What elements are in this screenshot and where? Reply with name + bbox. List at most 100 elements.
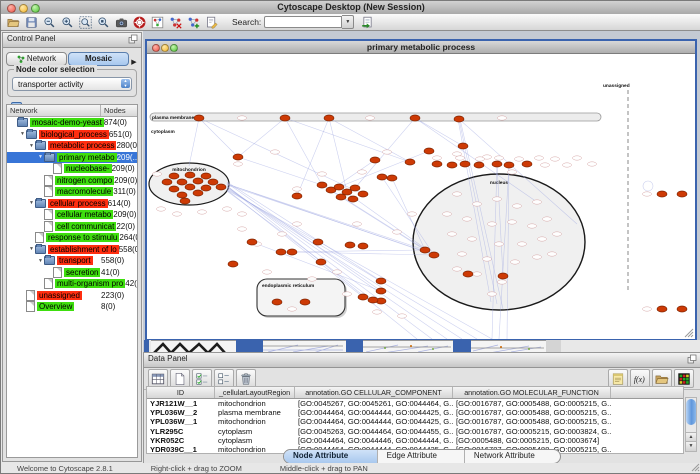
graph-node[interactable] xyxy=(276,249,286,255)
graph-node[interactable] xyxy=(474,162,484,168)
minimize-window-icon[interactable] xyxy=(19,4,28,13)
graph-edge[interactable] xyxy=(285,118,322,185)
graph-node[interactable] xyxy=(458,143,468,149)
zoom-fit-icon[interactable] xyxy=(78,15,93,30)
zoom-in-icon[interactable] xyxy=(60,15,75,30)
network-view-window[interactable]: primary metabolic process plasma membran… xyxy=(145,39,697,340)
node-color-attribute-select[interactable]: transporter activity ▲▼ xyxy=(12,77,132,91)
graph-node[interactable] xyxy=(657,191,667,197)
attribute-table[interactable]: ID_cellularLayoutRegionannotation.GO CEL… xyxy=(146,386,684,454)
tree-row-cell-communicat[interactable]: cell communicat22(0) xyxy=(7,221,137,233)
graph-node[interactable] xyxy=(345,242,355,248)
tree-row-cellular-metabo[interactable]: cellular metabo209(0) xyxy=(7,209,137,221)
graph-node[interactable] xyxy=(522,161,532,167)
graph-edge[interactable] xyxy=(292,252,434,255)
table-row[interactable]: YPL036W__2plasma membrane[GO:0044464, GO… xyxy=(147,408,683,417)
tree-row-establishment-of-lo[interactable]: ▼establishment of lo558(0) xyxy=(7,244,137,256)
graph-node[interactable] xyxy=(504,162,514,168)
tree-column-network[interactable]: Network xyxy=(7,105,101,116)
network-graph[interactable]: plasma membranecytoplasmmitochondrionnuc… xyxy=(147,54,695,339)
graph-node[interactable] xyxy=(292,193,302,199)
graph-node[interactable] xyxy=(228,261,238,267)
graph-node[interactable] xyxy=(316,259,326,265)
graph-node[interactable] xyxy=(201,173,211,179)
table-column-header[interactable]: annotation.GO MOLECULAR_FUNCTION xyxy=(453,387,611,398)
close-window-icon[interactable] xyxy=(7,4,16,13)
graph-edge[interactable] xyxy=(189,118,199,166)
close-view-icon[interactable] xyxy=(152,44,160,52)
scrollbar-thumb[interactable] xyxy=(686,399,696,425)
float-panel-icon[interactable] xyxy=(128,34,138,44)
tab-mosaic[interactable]: Mosaic xyxy=(68,52,129,66)
plasma-membrane-region[interactable] xyxy=(150,113,601,121)
graph-node[interactable] xyxy=(429,252,439,258)
graph-node[interactable] xyxy=(216,184,226,190)
graph-node[interactable] xyxy=(233,154,243,160)
network-window-title-bar[interactable]: primary metabolic process xyxy=(147,41,695,54)
create-view-icon[interactable] xyxy=(186,15,201,30)
graph-node[interactable] xyxy=(185,172,195,178)
network-overview-icon[interactable] xyxy=(150,15,165,30)
tree-row-macromolecule[interactable]: macromolecule311(0) xyxy=(7,186,137,198)
graph-node[interactable] xyxy=(420,247,430,253)
graph-node[interactable] xyxy=(272,299,282,305)
graph-node[interactable] xyxy=(387,175,397,181)
graph-node[interactable] xyxy=(169,186,179,192)
graph-node[interactable] xyxy=(358,191,368,197)
graph-node[interactable] xyxy=(410,115,420,121)
graph-node[interactable] xyxy=(313,239,323,245)
graph-node[interactable] xyxy=(370,157,380,163)
zoom-view-icon[interactable] xyxy=(170,44,178,52)
graph-node[interactable] xyxy=(492,161,502,167)
tree-row-biological-process[interactable]: ▼biological_process651(0) xyxy=(7,129,137,141)
graph-node[interactable] xyxy=(358,243,368,249)
scroll-down-icon[interactable]: ▼ xyxy=(686,441,696,451)
zoom-window-icon[interactable] xyxy=(31,4,40,13)
more-tabs-icon[interactable]: ▶ xyxy=(130,58,138,66)
graph-edge[interactable] xyxy=(227,182,381,281)
graph-node[interactable] xyxy=(368,297,378,303)
table-row[interactable]: YPL036W__1mitochondrion[GO:0044464, GO:0… xyxy=(147,417,683,426)
graph-edge[interactable] xyxy=(199,118,238,157)
table-column-header[interactable]: _cellularLayoutRegion xyxy=(215,387,295,398)
graph-node[interactable] xyxy=(317,182,327,188)
import-attributes-icon[interactable] xyxy=(360,15,375,30)
tree-row-multi-organism-pro[interactable]: multi-organism pro42(0) xyxy=(7,278,137,290)
help-icon[interactable] xyxy=(132,15,147,30)
float-panel-icon[interactable] xyxy=(687,354,697,364)
window-resize-grip-icon[interactable] xyxy=(684,328,694,338)
graph-node[interactable] xyxy=(454,116,464,122)
table-scrollbar[interactable]: ▲ ▼ xyxy=(685,397,697,452)
graph-edge[interactable] xyxy=(238,157,322,185)
graph-node[interactable] xyxy=(300,299,310,305)
graph-edge[interactable] xyxy=(339,151,429,187)
tree-expander-icon[interactable]: ▼ xyxy=(28,143,35,149)
tab-node-attribute-browser[interactable]: Node Attribute Browser xyxy=(284,450,378,463)
tree-expander-icon[interactable]: ▼ xyxy=(28,200,35,206)
tree-row-transport[interactable]: ▼transport558(0) xyxy=(7,255,137,267)
graph-edge[interactable] xyxy=(285,118,410,162)
tree-row-cellular-process[interactable]: ▼cellular process614(0) xyxy=(7,198,137,210)
search-input[interactable] xyxy=(264,16,342,28)
destroy-view-icon[interactable] xyxy=(168,15,183,30)
graph-node[interactable] xyxy=(324,115,334,121)
annotation-icon[interactable] xyxy=(204,15,219,30)
tree-expander-icon[interactable]: ▼ xyxy=(19,131,26,137)
graph-node[interactable] xyxy=(376,288,386,294)
graph-node[interactable] xyxy=(677,306,687,312)
tree-row-nucleobase[interactable]: nucleobase-209(0) xyxy=(7,163,137,175)
graph-node[interactable] xyxy=(460,161,470,167)
open-file-icon[interactable] xyxy=(6,15,21,30)
tree-row-mosaic-demo-yeast[interactable]: mosaic-demo-yeast874(0) xyxy=(7,117,137,129)
save-icon[interactable] xyxy=(24,15,39,30)
graph-node[interactable] xyxy=(193,178,203,184)
graph-node[interactable] xyxy=(287,249,297,255)
tab-edge-attribute-browser[interactable]: Edge Attribute Browser xyxy=(378,450,465,463)
snapshot-icon[interactable] xyxy=(114,15,129,30)
graph-node[interactable] xyxy=(201,185,211,191)
graph-node[interactable] xyxy=(162,179,172,185)
tree-row-response-to-stimulu[interactable]: response to stimulu264(0) xyxy=(7,232,137,244)
graph-self-loop-edge[interactable] xyxy=(643,181,653,191)
table-column-header[interactable]: ID xyxy=(147,387,215,398)
graph-node[interactable] xyxy=(350,185,360,191)
